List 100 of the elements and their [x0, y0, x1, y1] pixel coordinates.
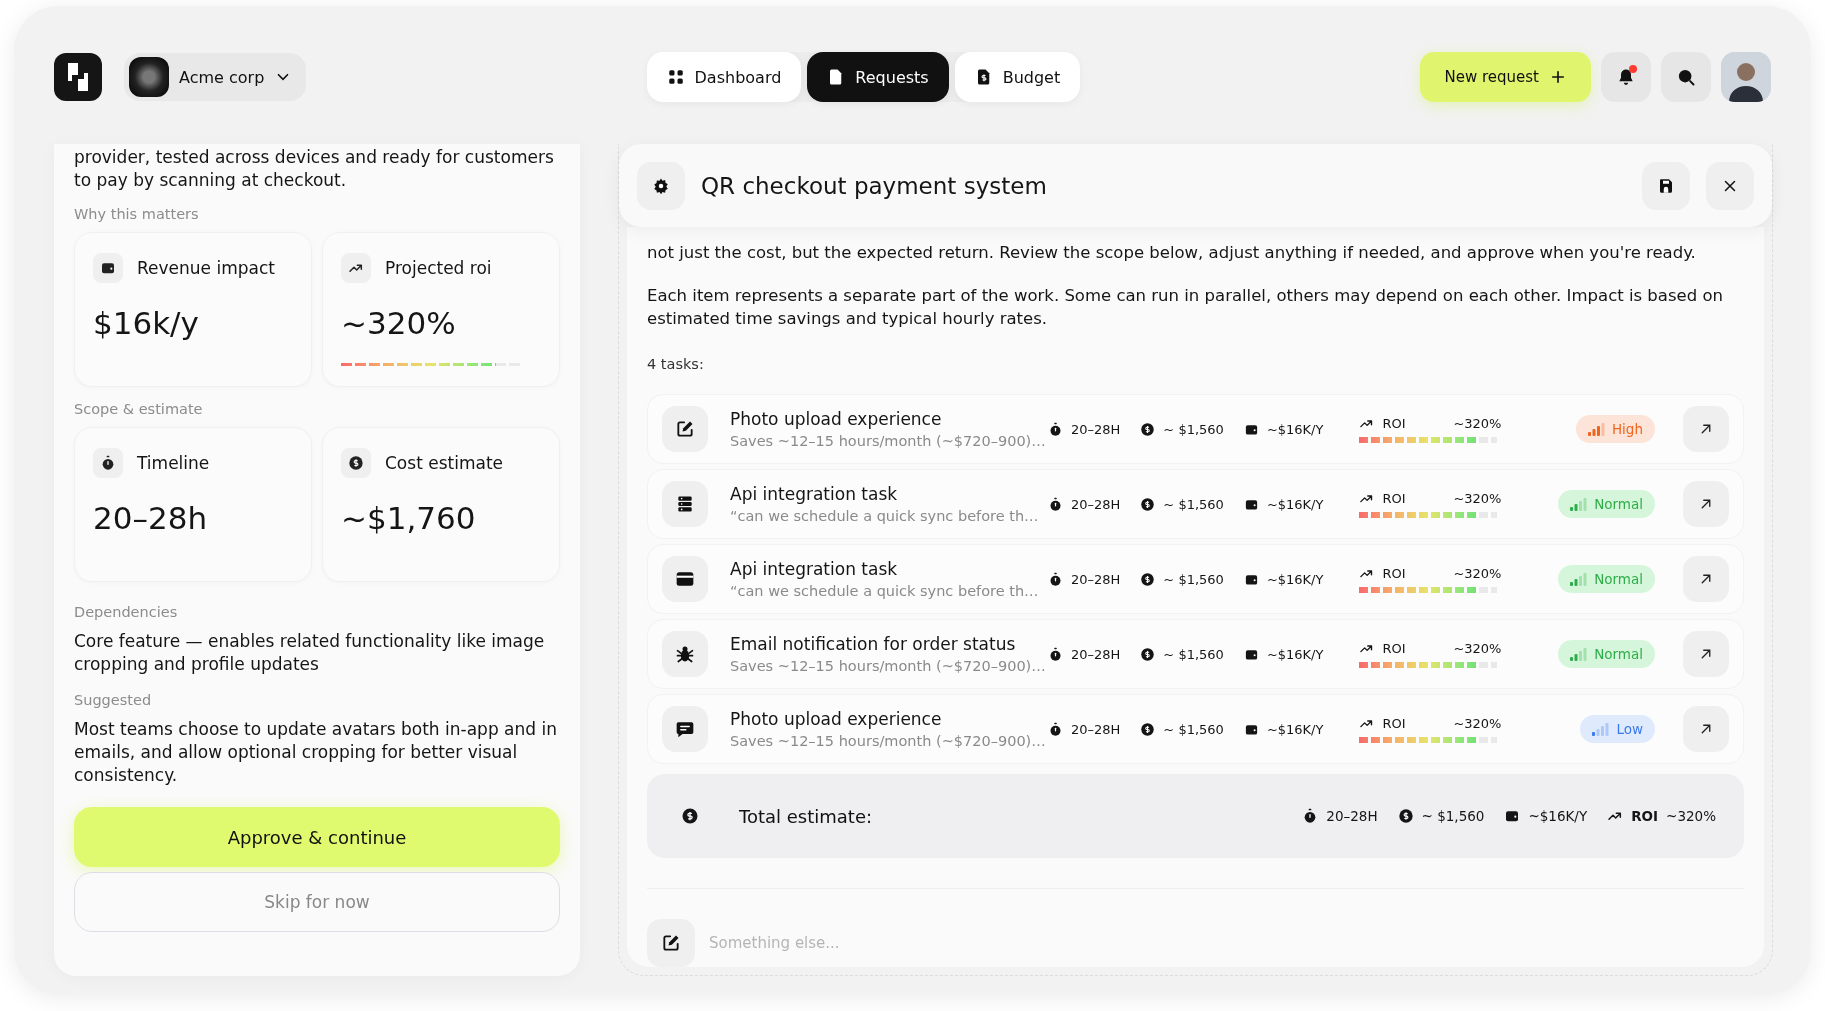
priority-badge: Low: [1580, 715, 1655, 743]
task-subtitle: Saves ~12–15 hours/month (~$720–900)…: [730, 658, 1047, 674]
request-title: QR checkout payment system: [701, 172, 1048, 199]
priority-badge: Normal: [1558, 490, 1655, 518]
impact-value: ~$16K/Y: [1266, 496, 1324, 512]
dollar-coin-icon: [1140, 721, 1156, 737]
approve-button[interactable]: Approve & continue: [74, 807, 560, 867]
task-title: Photo upload experience: [730, 709, 943, 729]
stat-label: Cost estimate: [385, 453, 503, 473]
roi-value: ~320%: [1666, 808, 1716, 824]
save-button[interactable]: [1642, 161, 1690, 210]
roi-label: ROI: [1382, 565, 1406, 581]
wallet-icon: [100, 260, 116, 276]
time-value: 20–28H: [1326, 808, 1378, 824]
org-selector[interactable]: Acme corp: [124, 53, 307, 101]
open-task-button[interactable]: [1683, 706, 1729, 752]
stat-label: Revenue impact: [137, 258, 275, 278]
section-label: Suggested: [74, 692, 153, 708]
impact-value: ~$16K/Y: [1266, 721, 1324, 737]
task-title: Photo upload experience: [730, 409, 943, 429]
stat-label: Timeline: [137, 453, 210, 473]
open-task-button[interactable]: [1683, 406, 1729, 452]
dollar-coin-icon: [1140, 646, 1156, 662]
signal-bars-icon: [1592, 722, 1611, 736]
settings-button[interactable]: [637, 161, 685, 210]
section-label: Why this matters: [74, 206, 200, 222]
save-icon: [1657, 176, 1675, 195]
stopwatch-icon: [100, 455, 116, 471]
chat-icon: [675, 719, 695, 739]
time-value: 20–28H: [1071, 721, 1121, 737]
note-text: Each item represents a separate part of the work. Some can run in parallel, others may depend on each other. Impact is based on estimated time savings and typical hourly rates.: [647, 285, 1724, 330]
roi-label: ROI: [1382, 415, 1406, 431]
stopwatch-icon: [1048, 721, 1063, 737]
time-value: 20–28H: [1071, 496, 1121, 512]
stopwatch-icon: [1048, 571, 1063, 587]
priority-badge: Normal: [1558, 565, 1655, 593]
roi-label: ROI: [1382, 715, 1406, 731]
suggestion-text: Most teams choose to update avatars both in-app and in emails, and allow optional cropping for better visual consistency.: [74, 718, 558, 787]
task-count: 4 tasks:: [647, 356, 705, 372]
stopwatch-icon: [1048, 646, 1063, 662]
logo-icon: [54, 53, 102, 101]
roi-label: ROI: [1631, 808, 1659, 824]
roi-label: ROI: [1382, 490, 1406, 506]
edit-icon: [675, 419, 695, 439]
wallet-icon: [1504, 808, 1521, 824]
search-icon: [1676, 67, 1696, 87]
cost-value: ~ $1,560: [1163, 571, 1224, 587]
server-icon: [675, 494, 695, 514]
priority-badge: High: [1575, 415, 1655, 443]
open-task-button[interactable]: [1683, 556, 1729, 602]
open-task-button[interactable]: [1683, 481, 1729, 527]
message-input[interactable]: Something else...: [707, 922, 1744, 964]
user-avatar[interactable]: [1721, 52, 1771, 102]
task-subtitle: “can we schedule a quick sync before th…: [730, 508, 1040, 524]
dollar-coin-icon: [348, 455, 364, 471]
stat-value: 20–28h: [93, 500, 209, 536]
roi-value: ~320%: [1453, 715, 1502, 731]
cost-value: ~ $1,560: [1163, 496, 1224, 512]
stopwatch-icon: [1048, 421, 1063, 437]
task-subtitle: Saves ~12–15 hours/month (~$720–900)…: [730, 433, 1047, 449]
cost-value: ~ $1,560: [1163, 646, 1224, 662]
time-value: 20–28H: [1071, 646, 1121, 662]
edit-icon: [661, 933, 681, 953]
search-button[interactable]: [1661, 52, 1711, 102]
time-value: 20–28H: [1071, 571, 1121, 587]
edit-button[interactable]: [647, 919, 695, 967]
open-task-button[interactable]: [1683, 631, 1729, 677]
close-button[interactable]: [1706, 161, 1754, 210]
bug-icon: [675, 644, 695, 664]
cost-value: ~ $1,560: [1421, 808, 1485, 824]
impact-value: ~$16K/Y: [1528, 808, 1588, 824]
dollar-coin-icon: [1140, 571, 1156, 587]
plus-icon: [1549, 68, 1567, 86]
notifications-button[interactable]: [1601, 52, 1651, 102]
grid-icon: [666, 68, 685, 86]
task-subtitle: “can we schedule a quick sync before th…: [730, 583, 1040, 599]
signal-bars-icon: [1570, 572, 1589, 586]
stat-value: $16k/y: [93, 305, 200, 341]
task-title: Email notification for order status: [730, 634, 1017, 654]
total-label: Total estimate:: [739, 805, 874, 827]
section-label: Dependencies: [74, 604, 179, 620]
roi-value: ~320%: [1453, 490, 1502, 506]
card-icon: [675, 569, 695, 589]
task-subtitle: Saves ~12–15 hours/month (~$720–900)…: [730, 733, 1047, 749]
description-text: not just the cost, but the expected return. Review the scope below, adjust anything if needed, and approve when you're ready.: [647, 242, 1697, 264]
stat-label: Projected roi: [385, 258, 492, 278]
cost-value: ~ $1,560: [1163, 721, 1224, 737]
stopwatch-icon: [1048, 496, 1063, 512]
priority-badge: Normal: [1558, 640, 1655, 668]
time-value: 20–28H: [1071, 421, 1121, 437]
new-request-button[interactable]: New request: [1420, 52, 1591, 102]
nav-tab[interactable]: Budget: [954, 52, 1081, 102]
roi-value: ~320%: [1453, 640, 1502, 656]
dependencies-text: Core feature — enables related functionality like image cropping and profile updates: [74, 630, 546, 676]
stat-value: ~$1,760: [341, 500, 477, 536]
roi-value: ~320%: [1453, 415, 1502, 431]
dollar-coin-icon: [1140, 421, 1156, 437]
dollar-coin-icon: [681, 807, 699, 825]
nav-tab[interactable]: Requests: [807, 52, 949, 102]
nav-tab[interactable]: Dashboard: [646, 52, 802, 102]
